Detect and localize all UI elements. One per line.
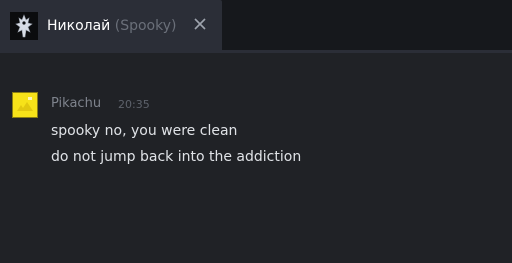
tab-avatar bbox=[10, 12, 38, 40]
tab-name: Николай bbox=[47, 18, 111, 34]
message-line: do not jump back into the addiction bbox=[51, 149, 302, 165]
message-line: spooky no, you were clean bbox=[51, 123, 238, 139]
chat-log: Pikachu 20:35 spooky no, you were clean … bbox=[0, 53, 512, 263]
message-avatar[interactable] bbox=[12, 92, 38, 118]
message-author[interactable]: Pikachu bbox=[51, 96, 101, 112]
chat-tab-nikolai[interactable]: Николай (Spooky) bbox=[0, 0, 222, 50]
close-icon[interactable] bbox=[192, 16, 208, 32]
tab-title: Николай (Spooky) bbox=[47, 18, 176, 35]
tab-nickname: (Spooky) bbox=[114, 18, 177, 34]
chat-tab-bar: Николай (Spooky) bbox=[0, 0, 512, 53]
message-time: 20:35 bbox=[118, 98, 150, 111]
